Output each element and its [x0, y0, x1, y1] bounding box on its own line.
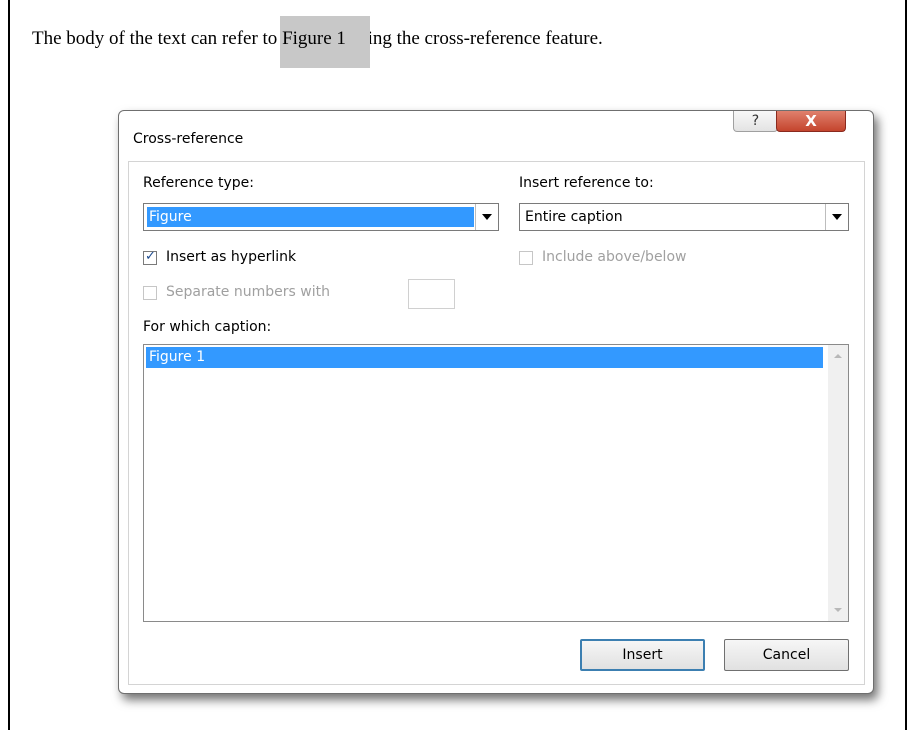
insert-as-hyperlink-label: Insert as hyperlink [166, 249, 297, 265]
insert-reference-to-label: Insert reference to: [519, 175, 654, 191]
dialog-title: Cross-reference [133, 131, 244, 147]
separate-numbers-input[interactable] [408, 279, 455, 309]
include-above-below-checkbox[interactable] [519, 251, 533, 265]
caption-list-scrollbar[interactable] [828, 345, 848, 621]
insert-as-hyperlink-checkbox[interactable]: ✓ [143, 249, 157, 265]
scroll-up-icon[interactable] [828, 345, 848, 365]
dialog-body: Reference type: Figure Insert reference … [128, 161, 865, 685]
insert-reference-to-dropdown[interactable]: Entire caption [519, 203, 849, 231]
help-icon: ? [751, 113, 760, 129]
document-text-line: The body of the text can refer to Figure… [32, 16, 603, 68]
cross-reference-field[interactable]: Figure 1 [280, 16, 371, 68]
insert-reference-to-value: Entire caption [525, 209, 623, 225]
checkmark-icon: ✓ [145, 249, 156, 264]
caption-list-item[interactable]: Figure 1 [146, 347, 823, 368]
separate-numbers-label: Separate numbers with [166, 284, 330, 300]
which-caption-label: For which caption: [143, 319, 272, 335]
document-text-after: using the cross-reference feature. [345, 28, 603, 49]
reference-type-dropdown[interactable]: Figure [143, 203, 499, 231]
cancel-button[interactable]: Cancel [724, 639, 849, 671]
caption-listbox[interactable]: Figure 1 [143, 344, 849, 622]
chevron-down-icon[interactable] [475, 204, 498, 230]
document-text-before: The body of the text can refer to [32, 28, 283, 49]
help-button[interactable]: ? [733, 111, 778, 132]
reference-type-label: Reference type: [143, 175, 254, 191]
insert-button[interactable]: Insert [580, 639, 705, 671]
chevron-down-icon[interactable] [825, 204, 848, 230]
close-icon: X [805, 112, 817, 130]
include-above-below-label: Include above/below [542, 249, 687, 265]
separate-numbers-checkbox[interactable] [143, 286, 157, 300]
cross-reference-dialog: Cross-reference ? X Reference type: Figu… [118, 110, 874, 694]
close-button[interactable]: X [776, 111, 846, 132]
scroll-down-icon[interactable] [828, 601, 848, 621]
cross-reference-field-text: Figure 1 [282, 28, 346, 49]
reference-type-value: Figure [147, 207, 474, 227]
